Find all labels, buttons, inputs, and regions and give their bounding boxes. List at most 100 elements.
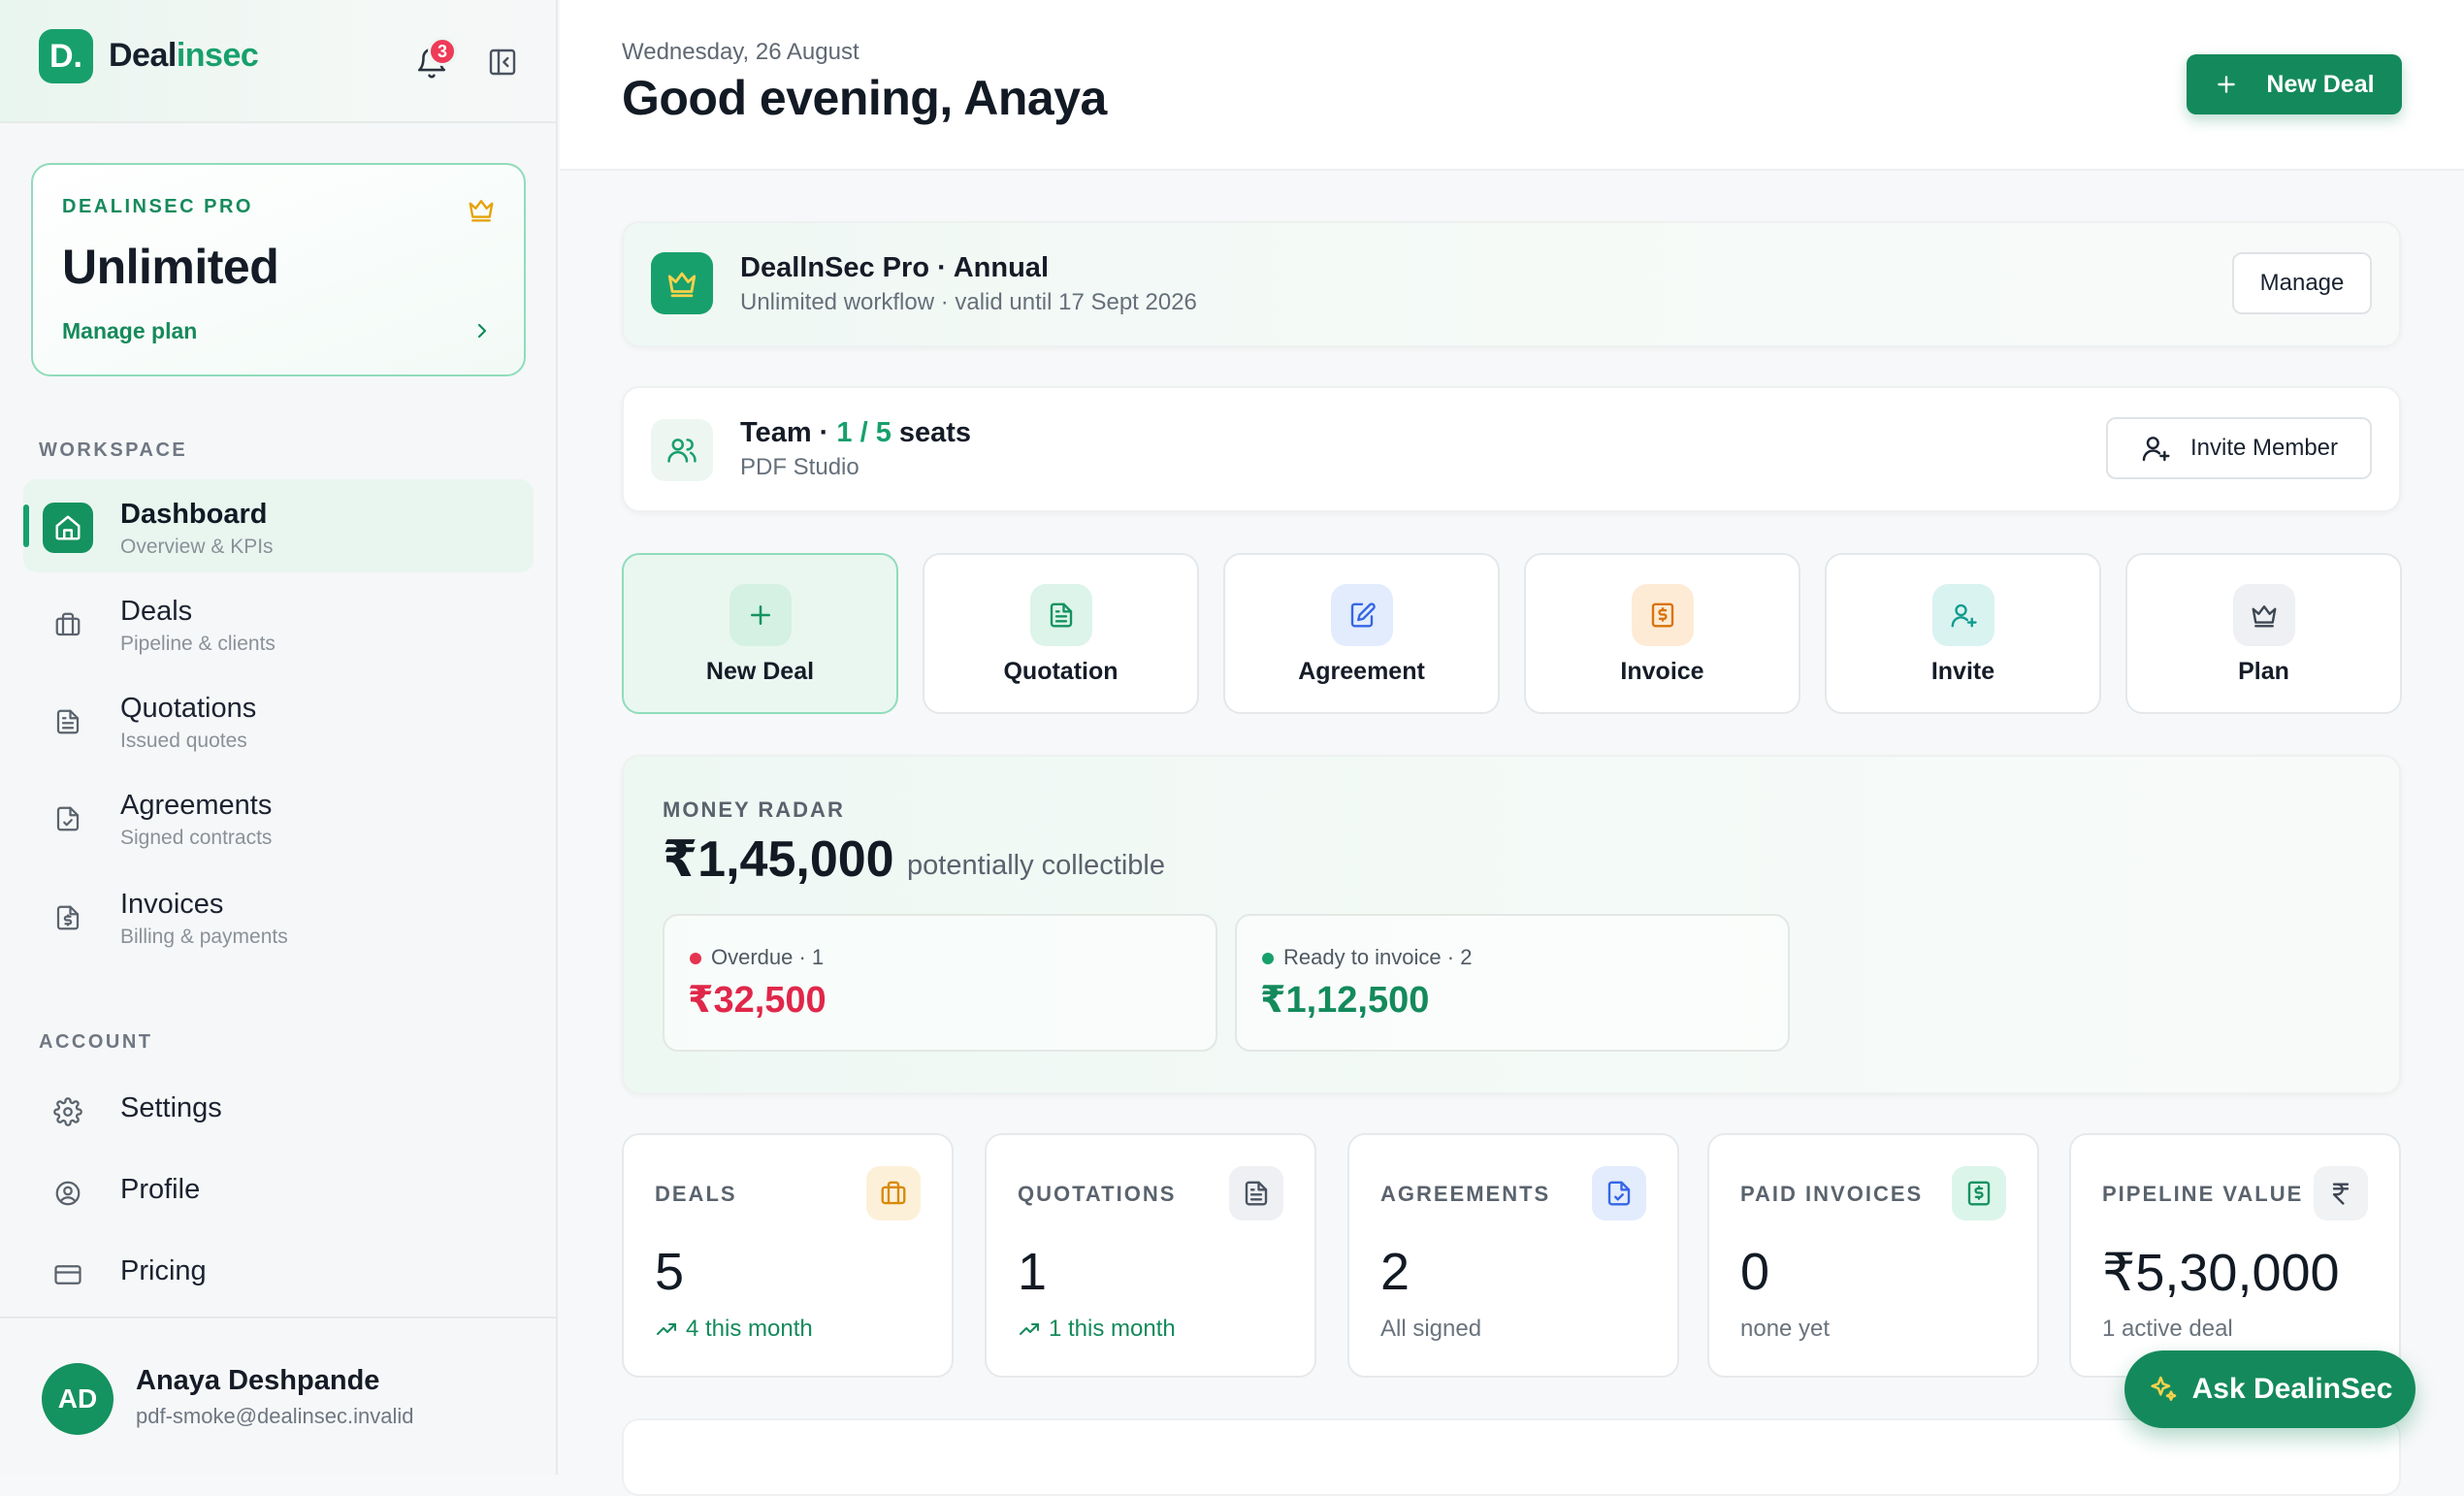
invite-member-button[interactable]: Invite Member [2106, 417, 2372, 479]
team-subtitle: PDF Studio [740, 454, 859, 480]
briefcase-icon [866, 1166, 921, 1220]
logo-text: Dealinsec [109, 37, 259, 74]
sidebar-item-label: Quotations [120, 693, 257, 724]
ready-to-invoice-box[interactable]: Ready to invoice · 2 ₹1,12,500 [1235, 914, 1790, 1052]
sidebar-item-label: Settings [120, 1092, 222, 1123]
new-deal-button[interactable]: New Deal [2187, 54, 2402, 114]
kpi-value: 0 [1740, 1243, 1770, 1301]
kpi-label: QUOTATIONS [1018, 1182, 1177, 1206]
user-plus-icon [1931, 584, 1994, 646]
money-radar-amount: ₹1,45,000 [663, 831, 894, 888]
sidebar-item-label: Pricing [120, 1255, 207, 1286]
plus-icon [729, 584, 792, 646]
gear-icon [43, 1087, 93, 1137]
quick-action-invite[interactable]: Invite [1825, 553, 2101, 714]
kpi-card-quotations[interactable]: QUOTATIONS 1 1 this month [985, 1133, 1316, 1378]
quick-action-invoice[interactable]: Invoice [1524, 553, 1800, 714]
user-profile-bar[interactable]: AD Anaya Deshpande pdf-smoke@dealinsec.i… [0, 1317, 556, 1475]
page-header: Wednesday, 26 August Good evening, Anaya… [560, 0, 2464, 171]
document-icon [43, 697, 93, 747]
ready-dot [1262, 953, 1274, 964]
kpi-card-pipeline-value[interactable]: PIPELINE VALUE ₹5,30,000 1 active deal [2069, 1133, 2401, 1378]
kpi-value: 2 [1380, 1243, 1410, 1301]
user-email: pdf-smoke@dealinsec.invalid [136, 1404, 414, 1428]
overdue-label: Overdue · 1 [711, 945, 825, 969]
quick-action-quotation[interactable]: Quotation [923, 553, 1199, 714]
overdue-box[interactable]: Overdue · 1 ₹32,500 [663, 914, 1217, 1052]
ready-label: Ready to invoice · 2 [1283, 945, 1473, 969]
crown-icon [466, 194, 497, 225]
users-icon [651, 419, 713, 481]
sidebar-item-label: Invoices [120, 889, 224, 920]
quick-action-label: Invoice [1620, 658, 1704, 685]
overdue-value: ₹32,500 [688, 980, 827, 1021]
sidebar-item-sub: Overview & KPIs [120, 536, 274, 558]
rupee-icon [2314, 1166, 2368, 1220]
sidebar-item-agreements[interactable]: Agreements Signed contracts [23, 770, 534, 863]
money-radar-label: MONEY RADAR [663, 797, 845, 822]
quick-action-label: Plan [2238, 658, 2289, 685]
user-plus-icon [2140, 433, 2171, 464]
kpi-value: ₹5,30,000 [2102, 1244, 2340, 1302]
file-check-icon [1592, 1166, 1646, 1220]
brand-bar: D. Dealinsec 3 [0, 0, 556, 123]
sidebar-item-quotations[interactable]: Quotations Issued quotes [23, 673, 534, 766]
quick-action-label: Quotation [1003, 658, 1119, 685]
sidebar-item-dashboard[interactable]: Dashboard Overview & KPIs [23, 479, 534, 572]
kpi-card-agreements[interactable]: AGREEMENTS 2 All signed [1347, 1133, 1679, 1378]
trend-up-icon [655, 1317, 678, 1341]
quick-action-plan[interactable]: Plan [2125, 553, 2402, 714]
subscription-title: DeallnSec Pro · Annual [740, 252, 1049, 283]
sidebar-item-settings[interactable]: Settings [23, 1063, 534, 1156]
money-radar-card: MONEY RADAR ₹1,45,000 potentially collec… [622, 755, 2401, 1094]
sidebar-item-label: Deals [120, 596, 193, 627]
sparkles-icon [2148, 1374, 2179, 1405]
sidebar-item-sub: Issued quotes [120, 730, 247, 752]
home-icon [43, 503, 93, 553]
kpi-label: DEALS [655, 1182, 737, 1206]
ready-value: ₹1,12,500 [1260, 980, 1430, 1021]
sidebar-item-label: Profile [120, 1174, 201, 1205]
workspace-section-label: WORKSPACE [39, 439, 188, 461]
kpi-card-deals[interactable]: DEALS 5 4 this month [622, 1133, 954, 1378]
kpi-sub: All signed [1380, 1316, 1482, 1342]
user-circle-icon [43, 1168, 93, 1219]
team-card: Team · 1 / 5 seats PDF Studio Invite Mem… [622, 386, 2401, 512]
chevron-right-icon[interactable] [470, 318, 495, 343]
sidebar-item-profile[interactable]: Profile [23, 1145, 534, 1238]
sidebar-collapse-icon[interactable] [485, 45, 520, 80]
sidebar-item-deals[interactable]: Deals Pipeline & clients [23, 576, 534, 669]
quick-action-label: Agreement [1298, 658, 1425, 685]
sidebar-item-invoices[interactable]: Invoices Billing & payments [23, 869, 534, 962]
file-check-icon [43, 794, 93, 844]
plan-title: Unlimited [62, 240, 279, 294]
quick-action-label: New Deal [705, 658, 815, 685]
quick-action-new-deal[interactable]: New Deal [622, 553, 898, 714]
crown-icon [2232, 584, 2295, 646]
kpi-sub: 4 this month [655, 1316, 813, 1343]
invoice-icon [43, 893, 93, 943]
user-name: Anaya Deshpande [136, 1365, 380, 1396]
kpi-sub: none yet [1740, 1316, 1831, 1342]
plan-card[interactable]: DEALINSEC PRO Unlimited Manage plan [31, 163, 526, 376]
sidebar-item-sub: Signed contracts [120, 827, 273, 849]
sidebar-item-sub: Billing & payments [120, 926, 288, 948]
edit-file-icon [1330, 584, 1393, 646]
manage-subscription-button[interactable]: Manage [2232, 252, 2372, 314]
kpi-label: AGREEMENTS [1380, 1182, 1551, 1206]
ask-assistant-button[interactable]: Ask DealinSec [2124, 1350, 2415, 1428]
briefcase-icon [43, 600, 93, 650]
plan-eyebrow: DEALINSEC PRO [62, 196, 253, 217]
page-title: Good evening, Anaya [622, 71, 1107, 125]
kpi-label: PIPELINE VALUE [2102, 1182, 2304, 1206]
logo-mark: D. [39, 29, 93, 83]
document-icon [1029, 584, 1092, 646]
sidebar-item-pricing[interactable]: Pricing [23, 1226, 534, 1319]
manage-plan-link[interactable]: Manage plan [62, 318, 197, 344]
quick-action-agreement[interactable]: Agreement [1223, 553, 1500, 714]
trend-up-icon [1018, 1317, 1041, 1341]
sidebar: D. Dealinsec 3 DEALINSEC PRO Unlimited M… [0, 0, 558, 1475]
kpi-sub: 1 active deal [2102, 1316, 2233, 1342]
plus-icon [2214, 72, 2239, 97]
kpi-card-paid-invoices[interactable]: PAID INVOICES 0 none yet [1707, 1133, 2039, 1378]
